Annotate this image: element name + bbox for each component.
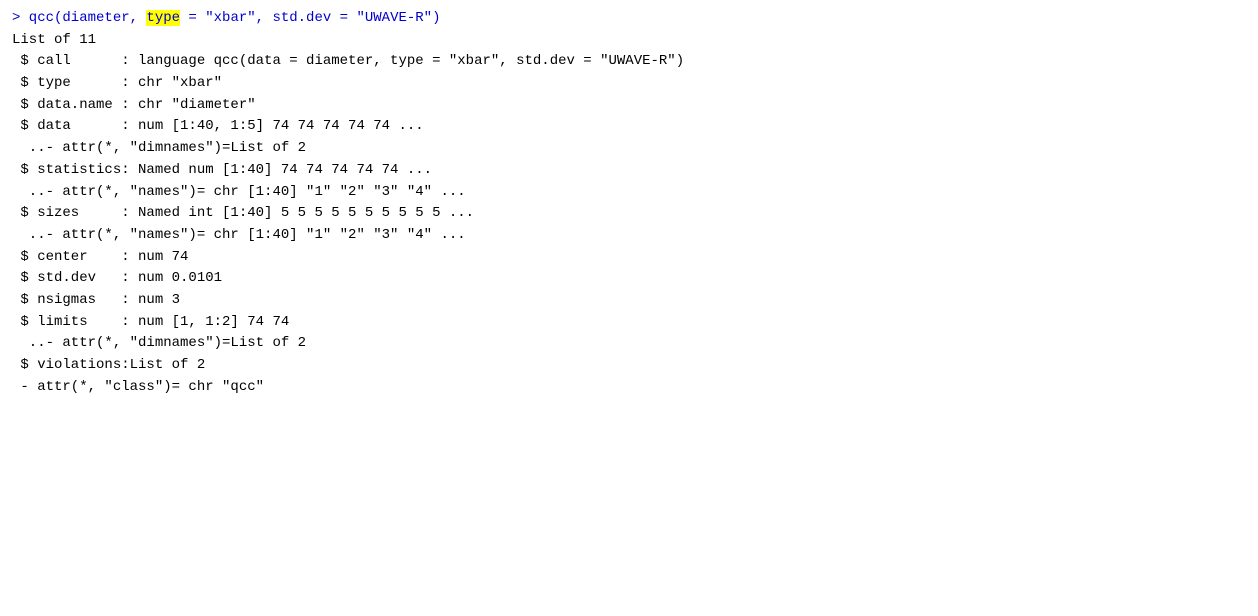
console-line-5: $ data.name : chr "diameter"	[12, 95, 1246, 117]
console-line-11: ..- attr(*, "names")= chr [1:40] "1" "2"…	[12, 225, 1246, 247]
console-line-10: $ sizes : Named int [1:40] 5 5 5 5 5 5 5…	[12, 203, 1246, 225]
console-line-13: $ std.dev : num 0.0101	[12, 268, 1246, 290]
console-line-2: List of 11	[12, 30, 1246, 52]
console-line-18: - attr(*, "class")= chr "qcc"	[12, 377, 1246, 399]
highlight-type: type	[146, 10, 180, 26]
console-line-1: > qcc(diameter, type = "xbar", std.dev =…	[12, 8, 1246, 30]
console-line-12: $ center : num 74	[12, 247, 1246, 269]
console-line-9: ..- attr(*, "names")= chr [1:40] "1" "2"…	[12, 182, 1246, 204]
console-line-6: $ data : num [1:40, 1:5] 74 74 74 74 74 …	[12, 116, 1246, 138]
console-line-14: $ nsigmas : num 3	[12, 290, 1246, 312]
console-output: > qcc(diameter, type = "xbar", std.dev =…	[0, 0, 1258, 616]
console-line-15: $ limits : num [1, 1:2] 74 74	[12, 312, 1246, 334]
console-line-7: ..- attr(*, "dimnames")=List of 2	[12, 138, 1246, 160]
console-line-4: $ type : chr "xbar"	[12, 73, 1246, 95]
console-line-16: ..- attr(*, "dimnames")=List of 2	[12, 333, 1246, 355]
console-line-3: $ call : language qcc(data = diameter, t…	[12, 51, 1246, 73]
console-line-8: $ statistics: Named num [1:40] 74 74 74 …	[12, 160, 1246, 182]
console-line-17: $ violations:List of 2	[12, 355, 1246, 377]
